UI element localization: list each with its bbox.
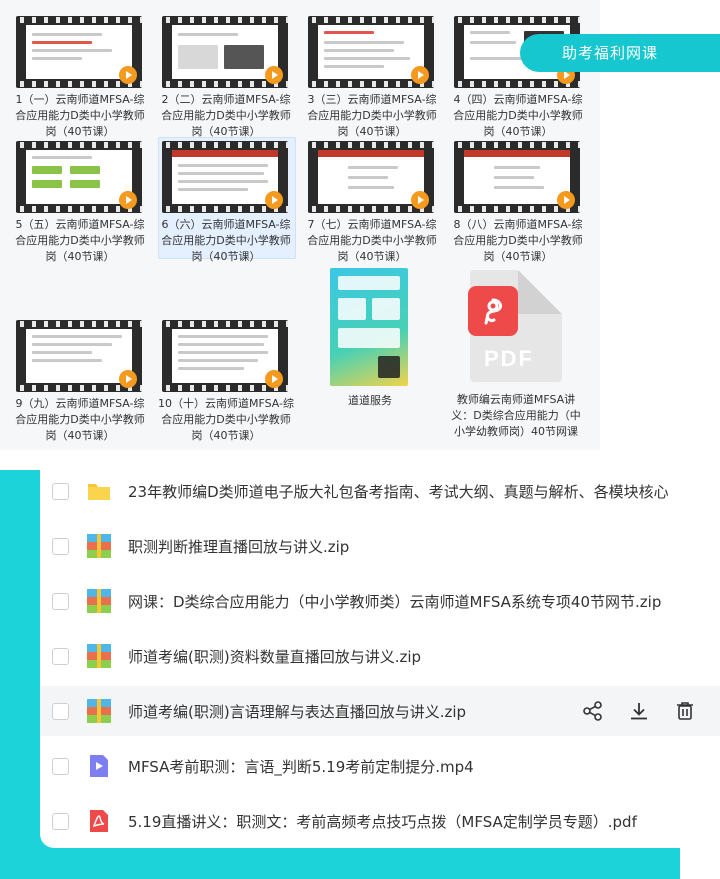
- file-name: 师道考编(职测)言语理解与表达直播回放与讲义.zip: [128, 702, 467, 721]
- video-preview: [16, 320, 142, 392]
- video-icon: [86, 753, 112, 779]
- play-icon: [119, 191, 137, 209]
- file-name: MFSA考前职测：言语_判断5.19考前定制提分.mp4: [128, 757, 474, 776]
- pdf-icon: [86, 808, 112, 834]
- pdf-file-label: 教师编云南师道MFSA讲义：D类综合应用能力（中小学幼教师岗）40节网课: [451, 393, 581, 438]
- pdf-badge-icon: [468, 286, 518, 336]
- folder-icon: [86, 478, 112, 504]
- file-name: 网课：D类综合应用能力（中小学教师类）云南师道MFSA系统专项40节网节.zip: [128, 592, 662, 611]
- file-list: 23年教师编D类师道电子版大礼包备考指南、考试大纲、真题与解析、各模块核心 职测…: [40, 462, 720, 848]
- thumbnail-label: 5（五）云南师道MFSA-综合应用能力D类中小学教师岗（40节课）: [15, 218, 145, 263]
- play-icon: [265, 191, 283, 209]
- share-icon[interactable]: [580, 698, 606, 724]
- list-item[interactable]: 5.19直播讲义：职测文：考前高频考点技巧点拨（MFSA定制学员专题）.pdf: [40, 796, 720, 846]
- file-name: 师道考编(职测)资料数量直播回放与讲义.zip: [128, 647, 422, 666]
- list-item[interactable]: 职测判断推理直播回放与讲义.zip: [40, 521, 720, 571]
- file-name: 23年教师编D类师道电子版大礼包备考指南、考试大纲、真题与解析、各模块核心: [128, 482, 669, 501]
- video-preview: [162, 320, 288, 392]
- list-item[interactable]: MFSA考前职测：言语_判断5.19考前定制提分.mp4: [40, 741, 720, 791]
- thumbnail-label: 2（二）云南师道MFSA-综合应用能力D类中小学教师岗（40节课）: [161, 93, 291, 138]
- row-checkbox[interactable]: [52, 592, 69, 610]
- row-checkbox[interactable]: [52, 812, 69, 830]
- list-item[interactable]: 师道考编(职测)言语理解与表达直播回放与讲义.zip: [40, 686, 720, 736]
- delete-icon[interactable]: [672, 698, 698, 724]
- play-icon: [265, 66, 283, 84]
- video-preview: [454, 141, 580, 213]
- video-preview: [162, 16, 288, 88]
- promo-banner[interactable]: 助考福利网课: [520, 34, 720, 72]
- list-item[interactable]: 师道考编(职测)资料数量直播回放与讲义.zip: [40, 631, 720, 681]
- thumbnail-label: 1（一）云南师道MFSA-综合应用能力D类中小学教师岗（40节课）: [15, 93, 145, 138]
- poster-image[interactable]: [330, 268, 408, 386]
- file-name: 职测判断推理直播回放与讲义.zip: [128, 537, 350, 556]
- row-checkbox[interactable]: [52, 757, 69, 775]
- pdf-badge-text: PDF: [484, 346, 534, 371]
- video-preview: [308, 141, 434, 213]
- play-icon: [119, 66, 137, 84]
- poster-label: 道道服务: [348, 394, 392, 407]
- video-preview: [16, 16, 142, 88]
- zip-icon: [86, 588, 112, 614]
- video-preview: [16, 141, 142, 213]
- thumbnail-label: 9（九）云南师道MFSA-综合应用能力D类中小学教师岗（40节课）: [15, 397, 145, 442]
- zip-icon: [86, 643, 112, 669]
- play-icon: [411, 191, 429, 209]
- thumbnail-label: 8（八）云南师道MFSA-综合应用能力D类中小学教师岗（40节课）: [453, 218, 583, 263]
- row-actions: [580, 698, 698, 724]
- zip-icon: [86, 698, 112, 724]
- play-icon: [119, 370, 137, 388]
- file-name: 5.19直播讲义：职测文：考前高频考点技巧点拨（MFSA定制学员专题）.pdf: [128, 812, 637, 831]
- video-preview: [162, 141, 288, 213]
- play-icon: [411, 66, 429, 84]
- play-icon: [557, 191, 575, 209]
- thumbnail-label: 6（六）云南师道MFSA-综合应用能力D类中小学教师岗（40节课）: [161, 218, 291, 263]
- thumbnail-label: 4（四）云南师道MFSA-综合应用能力D类中小学教师岗（40节课）: [453, 93, 583, 138]
- play-icon: [265, 370, 283, 388]
- row-checkbox[interactable]: [52, 647, 69, 665]
- zip-icon: [86, 533, 112, 559]
- list-item[interactable]: 网课：D类综合应用能力（中小学教师类）云南师道MFSA系统专项40节网节.zip: [40, 576, 720, 626]
- list-item[interactable]: 23年教师编D类师道电子版大礼包备考指南、考试大纲、真题与解析、各模块核心: [40, 466, 720, 516]
- row-checkbox[interactable]: [52, 482, 69, 500]
- row-checkbox[interactable]: [52, 702, 69, 720]
- download-icon[interactable]: [626, 698, 652, 724]
- thumbnail-label: 10（十）云南师道MFSA-综合应用能力D类中小学教师岗（40节课）: [157, 397, 295, 442]
- thumbnail-label: 7（七）云南师道MFSA-综合应用能力D类中小学教师岗（40节课）: [307, 218, 437, 263]
- video-preview: [308, 16, 434, 88]
- row-checkbox[interactable]: [52, 537, 69, 555]
- thumbnail-label: 3（三）云南师道MFSA-综合应用能力D类中小学教师岗（40节课）: [307, 93, 437, 138]
- thumbnail-grid: 1（一）云南师道MFSA-综合应用能力D类中小学教师岗（40节课） 2（二）云南…: [0, 0, 600, 450]
